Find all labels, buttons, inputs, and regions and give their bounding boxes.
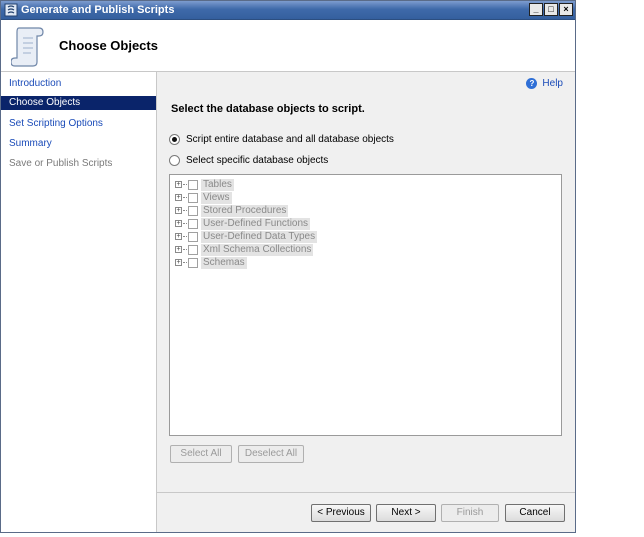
expand-icon: +: [175, 181, 182, 188]
tree-label: Xml Schema Collections: [201, 243, 314, 256]
tree-item: + User-Defined Functions: [175, 217, 311, 230]
tree-label: Stored Procedures: [201, 204, 289, 217]
expand-icon: +: [175, 194, 182, 201]
step-summary[interactable]: Summary: [1, 137, 156, 151]
option-specific-objects[interactable]: Select specific database objects: [169, 155, 328, 166]
step-set-scripting-options[interactable]: Set Scripting Options: [1, 117, 156, 131]
close-button[interactable]: ×: [559, 3, 573, 16]
wizard-steps-sidebar: Introduction Choose Objects Set Scriptin…: [1, 72, 157, 532]
tree-item: + Tables: [175, 178, 234, 191]
choose-objects-panel: ? Help Select the database objects to sc…: [157, 72, 575, 492]
scroll-icon: [11, 27, 44, 67]
option-label: Select specific database objects: [186, 155, 329, 166]
instruction-text: Select the database objects to script.: [171, 103, 365, 115]
tree-label: User-Defined Functions: [201, 217, 311, 230]
minimize-button[interactable]: _: [529, 3, 543, 16]
tree-item: + Schemas: [175, 256, 247, 269]
tree-item: + Views: [175, 191, 232, 204]
option-label: Script entire database and all database …: [186, 134, 394, 145]
select-all-button: Select All: [170, 445, 232, 463]
wizard-header: Choose Objects: [1, 20, 575, 72]
tree-checkbox: [188, 257, 198, 268]
tree-checkbox: [188, 218, 198, 229]
tree-item: + Stored Procedures: [175, 204, 289, 217]
tree-checkbox: [188, 231, 198, 242]
expand-icon: +: [175, 246, 182, 253]
tree-label: Tables: [201, 178, 234, 191]
expand-icon: +: [175, 233, 182, 240]
help-label: Help: [542, 78, 563, 89]
app-icon: [4, 3, 18, 17]
option-entire-database[interactable]: Script entire database and all database …: [169, 134, 394, 145]
finish-button: Finish: [441, 504, 499, 522]
window-title: Generate and Publish Scripts: [21, 4, 175, 16]
expand-icon: +: [175, 207, 182, 214]
tree-label: User-Defined Data Types: [201, 230, 318, 243]
cancel-button[interactable]: Cancel: [505, 504, 565, 522]
radio-entire-database[interactable]: [169, 134, 180, 145]
step-save-or-publish: Save or Publish Scripts: [9, 158, 113, 169]
tree-checkbox: [188, 244, 198, 255]
tree-checkbox: [188, 179, 198, 190]
maximize-button[interactable]: □: [544, 3, 558, 16]
help-icon: ?: [526, 78, 538, 89]
page-title: Choose Objects: [59, 38, 158, 53]
expand-icon: +: [175, 220, 182, 227]
step-introduction[interactable]: Introduction: [1, 77, 156, 91]
tree-checkbox: [188, 192, 198, 203]
tree-label: Schemas: [201, 256, 247, 269]
next-button[interactable]: Next >: [376, 504, 436, 522]
tree-label: Views: [201, 191, 232, 204]
objects-tree[interactable]: + Tables + Views + Stored Procedures + U…: [169, 174, 562, 436]
radio-specific-objects[interactable]: [169, 155, 180, 166]
title-bar[interactable]: Generate and Publish Scripts _ □ ×: [1, 1, 575, 20]
step-choose-objects[interactable]: Choose Objects: [1, 96, 156, 110]
tree-checkbox: [188, 205, 198, 216]
expand-icon: +: [175, 259, 182, 266]
deselect-all-button: Deselect All: [238, 445, 304, 463]
tree-item: + User-Defined Data Types: [175, 230, 318, 243]
wizard-window: Generate and Publish Scripts _ □ × Choos…: [0, 0, 576, 533]
previous-button[interactable]: < Previous: [311, 504, 371, 522]
footer-divider: [157, 492, 575, 493]
tree-item: + Xml Schema Collections: [175, 243, 314, 256]
help-link[interactable]: ? Help: [526, 78, 563, 89]
